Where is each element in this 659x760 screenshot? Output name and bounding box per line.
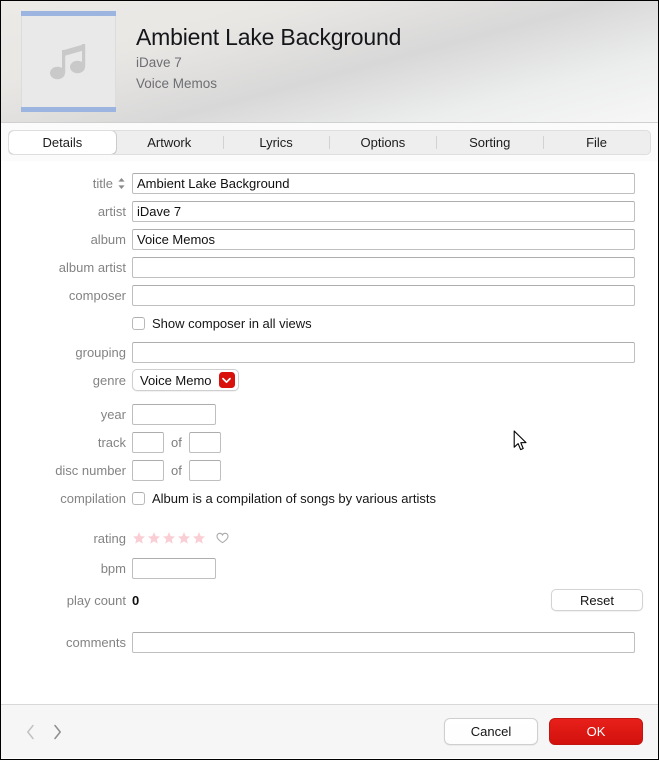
title-input[interactable] (132, 172, 635, 194)
disc-number-input[interactable] (132, 459, 164, 481)
dialog-footer: Cancel OK (1, 704, 658, 758)
compilation-checkbox[interactable] (132, 491, 145, 505)
chevron-down-icon[interactable] (218, 372, 235, 388)
row-album: album (1, 228, 658, 250)
row-year: year (1, 403, 658, 425)
row-compilation: compilation Album is a compilation of so… (1, 487, 658, 509)
row-bpm: bpm (1, 557, 658, 579)
row-track: track of (1, 431, 658, 453)
bpm-label: bpm (100, 560, 126, 576)
composer-input[interactable] (132, 284, 635, 306)
year-label: year (100, 406, 126, 422)
tab-strip: Details Artwork Lyrics Options Sorting F… (8, 129, 651, 155)
row-grouping: grouping (1, 341, 658, 363)
genre-value: Voice Memo (140, 372, 212, 388)
disc-total-input[interactable] (188, 459, 221, 481)
row-album-artist: album artist (1, 256, 658, 278)
disc-of-label: of (171, 462, 182, 478)
composer-label: composer (68, 287, 126, 303)
tab-bar: Details Artwork Lyrics Options Sorting F… (1, 123, 658, 161)
row-title: title (1, 172, 658, 194)
bpm-input[interactable] (132, 557, 216, 579)
rating-label: rating (93, 530, 126, 546)
year-input[interactable] (132, 403, 216, 425)
header-album: Voice Memos (136, 76, 218, 91)
album-artwork[interactable] (21, 11, 116, 112)
reset-button[interactable]: Reset (551, 589, 643, 611)
comments-input[interactable] (132, 631, 635, 653)
header-artist: iDave 7 (136, 55, 182, 70)
navigation-arrows (26, 724, 62, 740)
track-label: track (97, 434, 126, 450)
title-label: title (92, 175, 113, 191)
heart-icon[interactable] (216, 532, 229, 544)
tab-options[interactable]: Options (329, 131, 436, 154)
chevron-updown-icon[interactable] (117, 176, 126, 191)
tab-details[interactable]: Details (9, 130, 116, 154)
cancel-button[interactable]: Cancel (444, 718, 538, 745)
row-composer: composer (1, 284, 658, 306)
row-disc-number: disc number of (1, 459, 658, 481)
comments-label: comments (66, 634, 126, 650)
row-play-count: play count 0 Reset (1, 589, 658, 611)
disc-number-label: disc number (55, 462, 126, 478)
header-text-block: Ambient Lake Background iDave 7 Voice Me… (136, 23, 401, 94)
grouping-label: grouping (75, 344, 126, 360)
row-rating: rating (1, 527, 658, 549)
show-composer-label: Show composer in all views (152, 315, 312, 331)
ok-button[interactable]: OK (549, 718, 643, 745)
row-artist: artist (1, 200, 658, 222)
compilation-checkbox-label: Album is a compilation of songs by vario… (152, 490, 436, 506)
show-composer-checkbox[interactable] (132, 316, 145, 330)
grouping-input[interactable] (132, 341, 635, 363)
compilation-label: compilation (60, 490, 126, 506)
star-icon-4 (178, 532, 190, 544)
album-input[interactable] (132, 228, 635, 250)
tab-sorting[interactable]: Sorting (436, 131, 543, 154)
title-label-group: title (1, 176, 132, 191)
genre-label: genre (92, 372, 126, 388)
rating-stars[interactable] (132, 531, 229, 545)
track-of-label: of (171, 434, 182, 450)
tab-lyrics[interactable]: Lyrics (222, 131, 330, 154)
chevron-right-icon[interactable] (53, 724, 62, 740)
artist-label: artist (97, 203, 126, 219)
album-artist-input[interactable] (132, 256, 635, 278)
track-total-input[interactable] (188, 431, 221, 453)
star-icon-3 (163, 532, 175, 544)
details-form: title artist album album artist (1, 161, 658, 704)
artist-input[interactable] (132, 200, 635, 222)
album-artwork-image (21, 11, 116, 112)
play-count-label: play count (66, 592, 126, 608)
star-icon-1 (133, 532, 145, 544)
footer-actions: Cancel OK (444, 718, 643, 745)
tab-file[interactable]: File (543, 131, 650, 154)
star-icon-2 (148, 532, 160, 544)
row-show-composer: Show composer in all views (1, 312, 658, 334)
album-artist-label: album artist (58, 259, 126, 275)
page-title: Ambient Lake Background (136, 24, 402, 50)
row-genre: genre Voice Memo (1, 369, 658, 391)
row-comments: comments (1, 631, 658, 653)
genre-dropdown[interactable]: Voice Memo (132, 369, 239, 391)
artwork-bottom-bar (21, 107, 116, 112)
artwork-top-bar (21, 11, 116, 16)
album-label: album (90, 231, 126, 247)
play-count-value: 0 (132, 592, 140, 608)
song-info-dialog: Ambient Lake Background iDave 7 Voice Me… (0, 0, 659, 760)
tab-artwork[interactable]: Artwork (116, 131, 223, 154)
music-note-icon (47, 39, 91, 85)
track-number-input[interactable] (132, 431, 164, 453)
dialog-header: Ambient Lake Background iDave 7 Voice Me… (1, 1, 658, 123)
star-icon-5 (193, 532, 205, 544)
chevron-left-icon[interactable] (26, 724, 35, 740)
